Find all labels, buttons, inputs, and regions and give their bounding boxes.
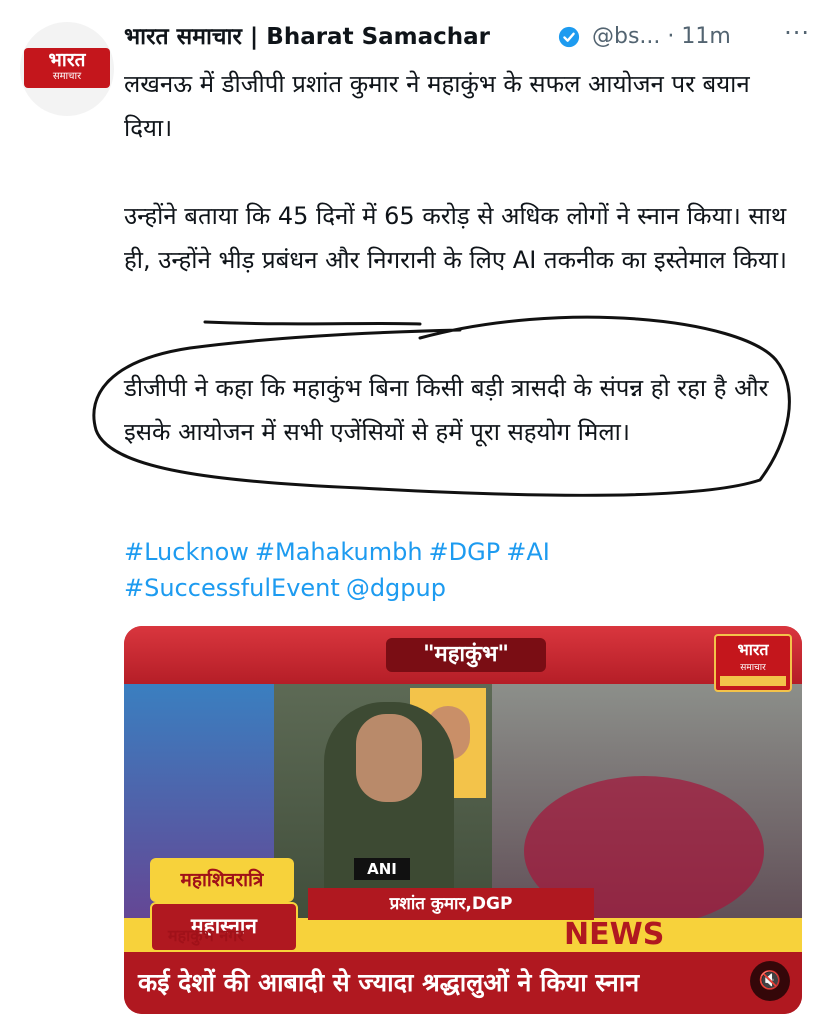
avatar-logo: भारत समाचार (24, 48, 110, 88)
hashtag-mahakumbh[interactable]: #Mahakumbh (255, 538, 423, 566)
display-name[interactable]: भारत समाचार | Bharat Samachar (124, 22, 490, 52)
video-ticker: कई देशों की आबादी से ज्यादा श्रद्धालुओं … (124, 952, 802, 1014)
tweet-paragraph-1: लखनऊ में डीजीपी प्रशांत कुमार ने महाकुंभ… (124, 70, 750, 142)
ani-mic-label: ANI (354, 858, 410, 880)
handle[interactable]: @bs... (592, 24, 660, 49)
avatar[interactable]: भारत समाचार (20, 22, 114, 116)
video-logo-subtext: समाचार (740, 663, 766, 673)
hashtag-lucknow[interactable]: #Lucknow (124, 538, 249, 566)
verified-badge-icon (558, 26, 580, 48)
mention-dgpup[interactable]: @dgpup (346, 574, 446, 602)
video-logo-text: भारत (737, 640, 769, 659)
avatar-logo-subtext: समाचार (52, 71, 82, 82)
video-news-label: NEWS (564, 917, 665, 952)
hashtag-ai[interactable]: #AI (506, 538, 550, 566)
video-speaker-face (356, 714, 422, 802)
tweet-header: भारत समाचार | Bharat Samachar @bs... · 1… (124, 18, 814, 58)
video-tag-mahashivratri: महाशिवरात्रि (150, 858, 294, 902)
avatar-logo-text: भारत (48, 49, 86, 71)
mute-icon[interactable]: 🔇 (750, 961, 790, 1001)
video-banner: "महाकुंभ" (124, 626, 802, 684)
tweet-paragraph-3: डीजीपी ने कहा कि महाकुंभ बिना किसी बड़ी … (124, 374, 769, 446)
video-channel-logo: भारत समाचार (714, 634, 792, 692)
hashtags: #Lucknow #Mahakumbh #DGP #AI #SuccessfulEve… (124, 534, 804, 606)
video-city-label: महाकुंभ नगर (168, 926, 244, 945)
tweet-paragraph-2: उन्होंने बताया कि 45 दिनों में 65 करोड़ … (124, 202, 788, 274)
more-icon[interactable]: ··· (784, 18, 810, 48)
tweet-video[interactable]: "महाकुंभ" ANI भारत समाचार महाशिवरात्रि म… (124, 626, 802, 1014)
hashtag-dgp[interactable]: #DGP (429, 538, 501, 566)
handle-and-time: @bs... · 11m (592, 22, 731, 52)
timestamp[interactable]: · 11m (667, 24, 730, 49)
hashtag-successfulevent[interactable]: #SuccessfulEvent (124, 574, 340, 602)
video-banner-title: "महाकुंभ" (386, 638, 546, 672)
video-logo-clock (720, 676, 786, 686)
video-nameplate: प्रशांत कुमार,DGP (308, 888, 594, 920)
